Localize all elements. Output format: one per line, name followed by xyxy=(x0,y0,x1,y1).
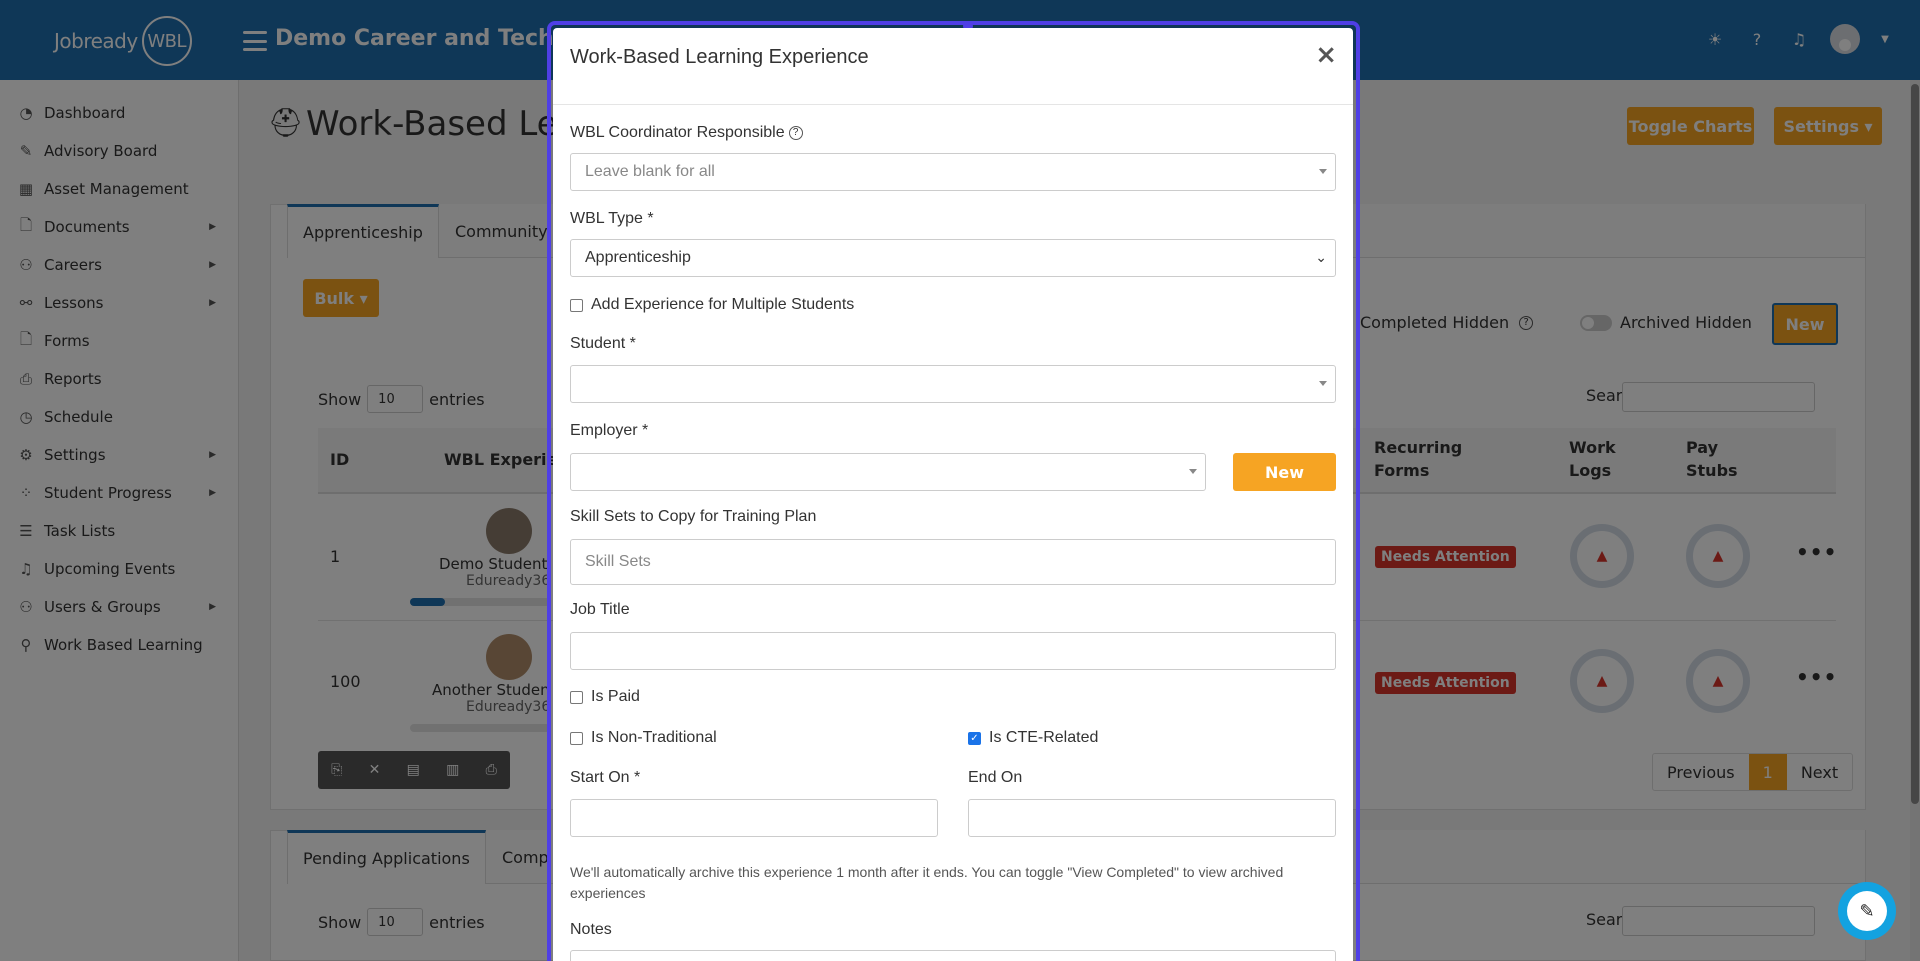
archive-note: We'll automatically archive this experie… xyxy=(570,864,1284,901)
close-icon[interactable]: × xyxy=(1315,40,1337,70)
chevron-down-icon: ⌄ xyxy=(1315,249,1327,265)
skill-sets-label: Skill Sets to Copy for Training Plan xyxy=(570,508,817,525)
employer-label: Employer * xyxy=(570,422,649,439)
checkbox-icon[interactable] xyxy=(570,298,583,312)
end-on-label: End On xyxy=(968,769,1023,786)
caret-down-icon xyxy=(1189,469,1197,474)
skill-sets-input[interactable]: Skill Sets xyxy=(570,539,1336,585)
is-paid-label: Is Paid xyxy=(591,688,640,705)
non-traditional-checkbox[interactable]: Is Non-Traditional xyxy=(570,729,717,747)
start-on-input[interactable] xyxy=(570,799,938,837)
notes-label: Notes xyxy=(570,921,612,938)
wbl-type-value: Apprenticeship xyxy=(585,249,691,266)
checkbox-icon[interactable] xyxy=(570,690,583,704)
multiple-students-checkbox[interactable]: Add Experience for Multiple Students xyxy=(570,296,854,314)
notes-input[interactable] xyxy=(570,950,1336,961)
student-label: Student * xyxy=(570,335,636,352)
cte-related-checkbox[interactable]: ✓ Is CTE-Related xyxy=(968,729,1098,747)
multiple-students-label: Add Experience for Multiple Students xyxy=(591,296,855,313)
modal-header: Work-Based Learning Experience × xyxy=(553,28,1353,105)
new-employer-button[interactable]: New xyxy=(1233,453,1336,491)
employer-select[interactable] xyxy=(570,453,1206,491)
student-select[interactable] xyxy=(570,365,1336,403)
caret-down-icon xyxy=(1319,381,1327,386)
job-title-label: Job Title xyxy=(570,601,630,618)
coordinator-placeholder: Leave blank for all xyxy=(585,163,715,180)
wbl-experience-modal: Work-Based Learning Experience × WBL Coo… xyxy=(553,28,1353,961)
wbl-type-select[interactable]: Apprenticeship ⌄ xyxy=(570,239,1336,277)
modal-title: Work-Based Learning Experience xyxy=(570,46,869,68)
end-on-input[interactable] xyxy=(968,799,1336,837)
coordinator-label-text: WBL Coordinator Responsible xyxy=(570,124,785,141)
chat-widget-button[interactable]: ✎ xyxy=(1838,882,1896,940)
cte-related-label: Is CTE-Related xyxy=(989,729,1099,746)
skill-sets-placeholder: Skill Sets xyxy=(585,553,651,570)
start-on-label: Start On * xyxy=(570,769,641,786)
checkbox-icon[interactable] xyxy=(570,731,583,745)
coordinator-select[interactable]: Leave blank for all xyxy=(570,153,1336,191)
caret-down-icon xyxy=(1319,169,1327,174)
non-traditional-label: Is Non-Traditional xyxy=(591,729,717,746)
is-paid-checkbox[interactable]: Is Paid xyxy=(570,688,640,706)
chat-icon: ✎ xyxy=(1847,891,1887,931)
help-icon[interactable]: ? xyxy=(788,125,803,140)
wbl-type-label: WBL Type * xyxy=(570,210,654,227)
coordinator-label: WBL Coordinator Responsible? xyxy=(570,124,803,142)
checkbox-icon[interactable]: ✓ xyxy=(968,731,981,745)
job-title-input[interactable] xyxy=(570,632,1336,670)
